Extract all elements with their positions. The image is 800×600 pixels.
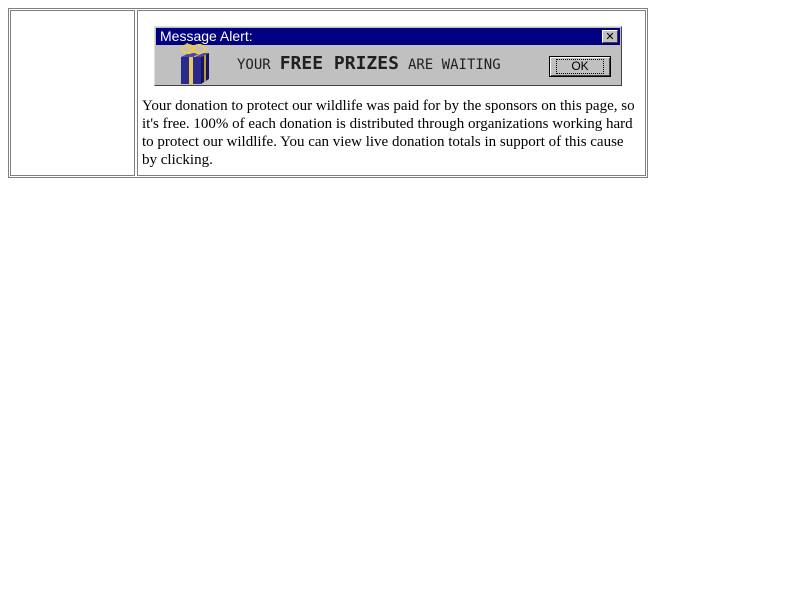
gift-box-icon	[180, 42, 209, 84]
layout-table: Message Alert: ✕ YOUR FREE PRIZES ARE WA…	[8, 8, 648, 178]
ok-button[interactable]: OK	[549, 56, 611, 77]
donation-paragraph: Your donation to protect our wildlife wa…	[142, 98, 635, 168]
banner-titlebar: Message Alert: ✕	[156, 28, 620, 45]
ok-button-label: OK	[556, 59, 604, 74]
right-table-cell: Message Alert: ✕ YOUR FREE PRIZES ARE WA…	[137, 10, 646, 176]
banner-message: YOUR FREE PRIZES ARE WAITING	[237, 53, 501, 77]
close-icon[interactable]: ✕	[602, 30, 618, 43]
banner-message-suffix: ARE WAITING	[407, 57, 501, 73]
banner-message-highlight: FREE PRIZES	[279, 53, 399, 74]
banner-message-prefix: YOUR	[237, 57, 271, 73]
left-table-cell	[10, 10, 135, 176]
fake-dialog-banner-ad[interactable]: Message Alert: ✕ YOUR FREE PRIZES ARE WA…	[154, 26, 622, 86]
